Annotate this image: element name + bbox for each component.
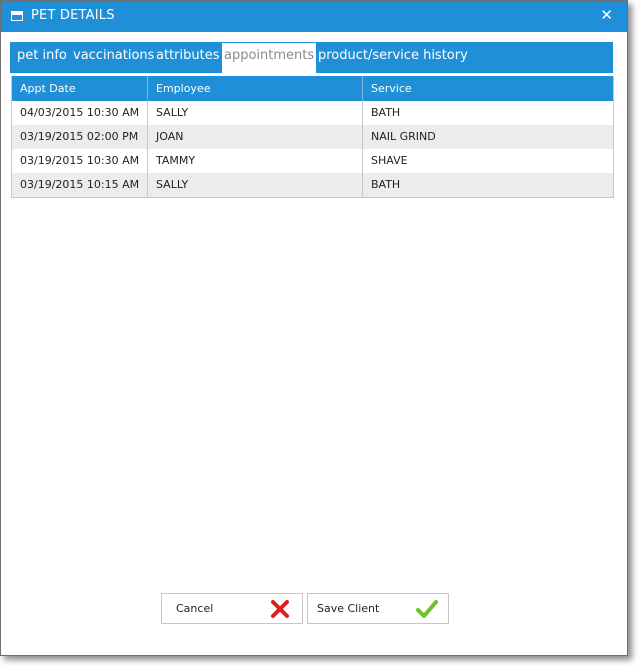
cell-service: BATH <box>371 178 401 191</box>
column-header-employee[interactable]: Employee <box>148 76 363 101</box>
cell-employee: SALLY <box>148 173 363 197</box>
pet-details-window: PET DETAILS ✕ pet info vaccinations attr… <box>0 0 628 656</box>
cell-appt-date: 03/19/2015 10:30 AM <box>12 149 148 173</box>
table-row[interactable]: 03/19/2015 10:30 AM TAMMY SHAVE <box>12 149 613 173</box>
table-row[interactable]: 03/19/2015 10:15 AM SALLY BATH <box>12 173 613 197</box>
cell-service: SHAVE <box>371 154 408 167</box>
close-icon[interactable]: ✕ <box>600 6 613 24</box>
tab-bar: pet info vaccinations attributes appoint… <box>10 42 613 74</box>
table-row[interactable]: 04/03/2015 10:30 AM SALLY BATH <box>12 101 613 125</box>
cell-employee: SALLY <box>148 101 363 125</box>
tab-appointments[interactable]: appointments <box>222 43 316 74</box>
window-title: PET DETAILS <box>31 8 115 23</box>
window-icon <box>11 11 23 21</box>
cell-employee: JOAN <box>148 125 363 149</box>
tab-product-service-history[interactable]: product/service history <box>318 42 468 73</box>
table-row[interactable]: 03/19/2015 02:00 PM JOAN NAIL GRIND <box>12 125 613 149</box>
column-header-appt-date[interactable]: Appt Date <box>12 76 148 101</box>
cell-appt-date: 04/03/2015 10:30 AM <box>12 101 148 125</box>
save-client-button[interactable]: Save Client <box>307 593 449 624</box>
tab-attributes[interactable]: attributes <box>156 42 219 73</box>
appointments-grid: Appt Date Employee Service 04/03/2015 10… <box>11 76 614 198</box>
tab-pet-info[interactable]: pet info <box>17 42 67 73</box>
cell-appt-date: 03/19/2015 10:15 AM <box>12 173 148 197</box>
green-check-icon <box>416 600 438 618</box>
cell-employee: TAMMY <box>148 149 363 173</box>
tab-vaccinations[interactable]: vaccinations <box>73 42 154 73</box>
grid-header: Appt Date Employee Service <box>12 76 613 101</box>
title-bar: PET DETAILS ✕ <box>1 1 627 32</box>
cancel-button-label: Cancel <box>176 602 214 615</box>
red-x-icon <box>271 600 289 618</box>
cancel-button[interactable]: Cancel <box>161 593 303 624</box>
column-header-service[interactable]: Service <box>363 76 613 101</box>
cell-appt-date: 03/19/2015 02:00 PM <box>12 125 148 149</box>
cell-service: NAIL GRIND <box>371 130 436 143</box>
cell-service: BATH <box>371 106 401 119</box>
save-button-label: Save Client <box>317 602 380 615</box>
